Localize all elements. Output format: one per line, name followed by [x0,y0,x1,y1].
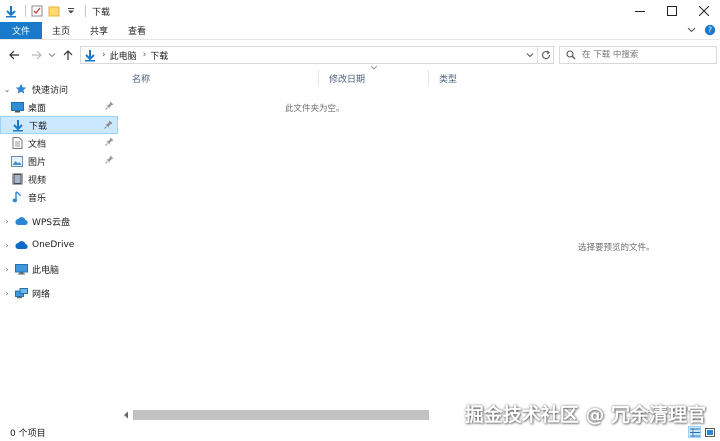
item-count: 0 个项目 [10,428,46,439]
star-icon [14,83,28,95]
expand-ribbon-icon[interactable] [687,25,696,37]
title-bar: 下载 [0,0,720,22]
chevron-right-icon[interactable]: › [0,241,14,250]
search-input[interactable] [582,50,712,60]
address-bar[interactable]: › 此电脑 › 下载 [80,46,554,64]
document-icon [10,137,24,149]
maximize-button[interactable] [656,0,688,22]
nav-item-videos[interactable]: 视频 [0,170,118,188]
nav-item-desktop[interactable]: 桌面 [0,98,118,116]
recent-locations-button[interactable] [44,47,60,63]
properties-icon[interactable] [30,4,44,18]
ribbon-tabs: 文件 主页 共享 查看 ? [0,22,720,40]
music-icon [10,191,24,203]
address-actions [523,47,553,63]
refresh-icon[interactable] [537,47,553,63]
search-icon [566,50,576,60]
pin-icon[interactable] [105,137,114,149]
breadcrumb-separator-icon[interactable]: › [102,50,106,60]
nav-item-downloads[interactable]: 下载 [0,116,118,134]
window-title: 下载 [92,7,111,18]
nav-label: 此电脑 [32,265,60,276]
desktop-icon [10,101,24,113]
nav-label: 文档 [28,139,47,150]
scrollbar-thumb[interactable] [133,410,429,420]
new-folder-icon[interactable] [47,4,61,18]
pin-icon[interactable] [104,120,113,132]
chevron-right-icon[interactable]: › [0,217,14,226]
pin-icon[interactable] [105,155,114,167]
divider [25,5,26,17]
help-icon[interactable]: ? [704,24,716,39]
nav-item-music[interactable]: 音乐 [0,188,118,206]
breadcrumb-this-pc[interactable]: 此电脑 [110,49,137,62]
nav-label: 音乐 [28,193,47,204]
tab-home[interactable]: 主页 [42,22,80,39]
nav-label: 网络 [32,289,51,300]
onedrive-icon [14,239,28,251]
view-switcher [688,426,716,438]
svg-text:?: ? [708,25,712,34]
computer-icon [14,263,28,275]
video-icon [10,173,24,185]
navigation-pane: ⌄ 快速访问 桌面 下载 文档 图片 视频 音乐 › WPS云盘 › OneDr… [0,76,120,418]
breadcrumb-downloads[interactable]: 下载 [150,49,168,62]
back-button[interactable] [6,47,22,63]
nav-label: 快速访问 [32,85,69,96]
download-icon[interactable] [4,4,18,18]
nav-item-pictures[interactable]: 图片 [0,152,118,170]
divider [85,5,86,17]
nav-label: 下载 [29,121,48,132]
column-name[interactable]: 名称 [122,66,316,90]
preview-pane-message: 选择要预览的文件。 [578,243,655,253]
nav-item-wps-cloud[interactable]: › WPS云盘 [0,212,118,230]
cloud-icon [14,215,28,227]
minimize-button[interactable] [624,0,656,22]
breadcrumb-separator-icon[interactable]: › [143,50,147,60]
search-box[interactable] [559,46,717,64]
tab-share[interactable]: 共享 [80,22,118,39]
pin-icon[interactable] [105,101,114,113]
customize-dropdown-icon[interactable] [64,4,78,18]
window-controls [624,0,720,22]
close-button[interactable] [688,0,720,22]
nav-label: WPS云盘 [32,217,71,228]
nav-label: 图片 [28,157,47,168]
chevron-down-icon[interactable]: ⌄ [0,85,14,94]
column-date-modified[interactable]: 修改日期 [319,66,427,90]
watermark: 掘金技术社区 @ 冗余清理官 [464,404,706,426]
nav-label: OneDrive [32,240,75,250]
column-headers: 名称 修改日期 类型 [122,65,562,90]
tab-file[interactable]: 文件 [0,22,43,39]
nav-label: 桌面 [28,103,47,114]
details-view-icon[interactable] [688,426,701,438]
picture-icon [10,155,24,167]
up-button[interactable] [60,47,76,63]
ribbon-right: ? [687,22,716,40]
nav-item-onedrive[interactable]: › OneDrive [0,236,118,254]
chevron-right-icon[interactable]: › [0,265,14,274]
nav-quick-access[interactable]: ⌄ 快速访问 [0,80,118,98]
nav-label: 视频 [28,175,47,186]
navigation-bar: › 此电脑 › 下载 [0,42,720,68]
network-icon [14,287,28,299]
scroll-left-icon[interactable] [120,409,132,421]
chevron-right-icon[interactable]: › [0,289,14,298]
empty-folder-message: 此文件夹为空。 [285,104,345,114]
download-icon [11,119,25,131]
quick-access-toolbar: 下载 [0,0,110,22]
nav-item-network[interactable]: › 网络 [0,284,118,302]
tab-view[interactable]: 查看 [118,22,156,39]
forward-button[interactable] [28,47,44,63]
large-icons-view-icon[interactable] [703,426,716,438]
nav-item-documents[interactable]: 文档 [0,134,118,152]
download-icon [84,49,96,62]
nav-item-this-pc[interactable]: › 此电脑 [0,260,118,278]
address-dropdown-icon[interactable] [523,47,537,63]
column-type[interactable]: 类型 [429,66,549,90]
